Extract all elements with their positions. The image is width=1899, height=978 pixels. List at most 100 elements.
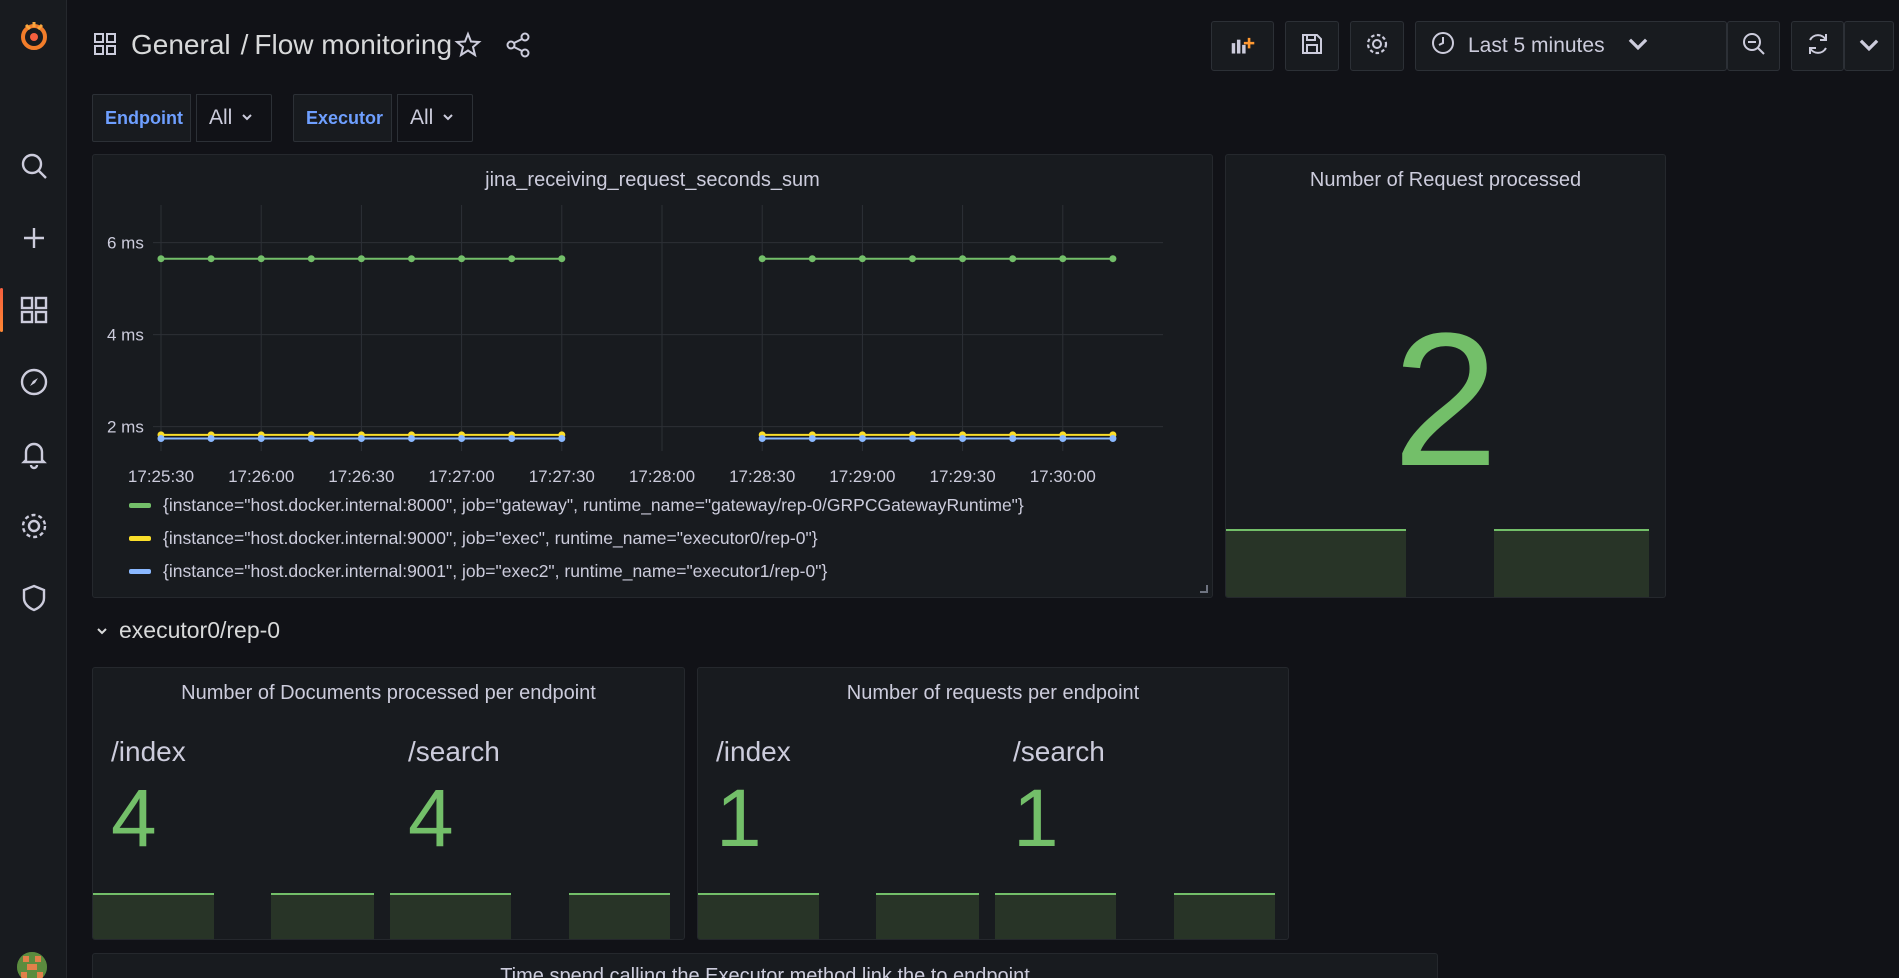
data-point (1109, 435, 1117, 443)
data-point (1059, 435, 1067, 443)
data-point (157, 435, 165, 443)
legend-swatch (129, 503, 151, 508)
sparkline-area (390, 893, 511, 939)
dashboards-icon[interactable] (0, 282, 67, 338)
legend-item[interactable]: {instance="host.docker.internal:9001", j… (129, 561, 827, 582)
star-icon[interactable] (454, 31, 482, 59)
data-point (207, 435, 215, 443)
share-icon[interactable] (504, 31, 532, 59)
y-tick-label: 2 ms (107, 418, 144, 437)
row-header[interactable]: executor0/rep-0 (95, 617, 280, 644)
data-point (1059, 255, 1067, 263)
data-point (307, 435, 315, 443)
y-tick-label: 4 ms (107, 326, 144, 345)
variable-executor-select[interactable]: All (397, 94, 473, 142)
panel-title[interactable]: Number of requests per endpoint (698, 682, 1288, 705)
search-icon[interactable] (0, 138, 67, 194)
breadcrumb-folder[interactable]: General (131, 29, 231, 60)
sparkline-area (876, 893, 979, 939)
chevron-down-icon (1625, 30, 1651, 62)
data-point (858, 255, 866, 263)
chevron-down-icon (95, 617, 109, 644)
panel-title[interactable]: Time spend calling the Executor method l… (93, 965, 1437, 978)
stat-value: 2 (1392, 294, 1499, 506)
timeseries-chart[interactable]: 2 ms 4 ms 6 ms 17:25:30 17:26:00 17:26:30 17:2… (93, 155, 1213, 495)
data-point (458, 255, 466, 263)
requests-stat-panel[interactable]: Number of Request processed 2 (1225, 154, 1666, 598)
variable-endpoint-value: All (209, 106, 233, 129)
data-point (458, 435, 466, 443)
data-point (758, 435, 766, 443)
sparkline-area (1494, 529, 1649, 597)
stat-label: /search (1013, 736, 1105, 767)
x-tick-label: 17:26:30 (328, 467, 394, 486)
sparkline-area (271, 893, 374, 939)
breadcrumb: General / Flow monitoring (131, 29, 452, 61)
x-tick-label: 17:29:30 (930, 467, 996, 486)
add-panel-icon (1230, 31, 1256, 62)
requests-per-endpoint-panel[interactable]: Number of requests per endpoint /index 1… (697, 667, 1289, 940)
panel-title[interactable]: Number of Documents processed per endpoi… (93, 682, 684, 705)
explore-compass-icon[interactable] (0, 354, 67, 410)
sparkline-area (1174, 893, 1275, 939)
variable-endpoint-select[interactable]: All (196, 94, 272, 142)
stat-value: 1 (1013, 773, 1059, 864)
stat-label: /index (111, 736, 186, 767)
x-tick-label: 17:28:00 (629, 467, 695, 486)
legend-item[interactable]: {instance="host.docker.internal:9000", j… (129, 528, 818, 549)
time-range-picker[interactable]: Last 5 minutes (1415, 21, 1727, 71)
data-point (307, 255, 315, 263)
clock-icon (1430, 30, 1456, 62)
refresh-icon (1805, 31, 1831, 62)
data-point (1009, 435, 1017, 443)
time-spend-panel[interactable]: Time spend calling the Executor method l… (92, 953, 1438, 978)
sparkline-area (1226, 529, 1406, 597)
data-point (257, 435, 265, 443)
x-tick-label: 17:29:00 (829, 467, 895, 486)
data-point (959, 255, 967, 263)
zoom-out-button[interactable] (1727, 21, 1780, 71)
legend-label: {instance="host.docker.internal:8000", j… (163, 495, 1024, 515)
gear-icon[interactable] (0, 498, 67, 554)
data-point (508, 435, 516, 443)
data-point (808, 255, 816, 263)
stat-label: /index (716, 736, 791, 767)
refresh-button[interactable] (1791, 21, 1844, 71)
chevron-down-icon (240, 106, 254, 130)
data-point (357, 435, 365, 443)
legend-label: {instance="host.docker.internal:9000", j… (163, 528, 818, 548)
sparkline-area (995, 893, 1116, 939)
legend-swatch (129, 536, 151, 541)
add-panel-button[interactable] (1211, 21, 1274, 71)
timeseries-panel[interactable]: jina_receiving_request_seconds_sum 2 ms 4… (92, 154, 1213, 598)
shield-icon[interactable] (0, 570, 67, 626)
plus-icon[interactable] (0, 210, 67, 266)
legend-item[interactable]: {instance="host.docker.internal:8000", j… (129, 495, 1024, 516)
data-point (257, 255, 265, 263)
stat-label: /search (408, 736, 500, 767)
refresh-interval-dropdown[interactable] (1844, 21, 1894, 71)
x-tick-label: 17:25:30 (128, 467, 194, 486)
dashboard-grid-icon (93, 32, 117, 56)
docs-per-endpoint-panel[interactable]: Number of Documents processed per endpoi… (92, 667, 685, 940)
dashboard-settings-button[interactable] (1350, 21, 1404, 71)
variable-executor-value: All (410, 106, 434, 129)
bell-icon[interactable] (0, 426, 67, 482)
avatar[interactable] (17, 952, 47, 978)
save-dashboard-button[interactable] (1285, 21, 1339, 71)
x-tick-label: 17:28:30 (729, 467, 795, 486)
grafana-logo-icon[interactable] (0, 8, 67, 64)
resize-handle[interactable] (1200, 585, 1208, 593)
breadcrumb-separator: / (240, 29, 249, 60)
dashboard-title[interactable]: Flow monitoring (254, 29, 452, 60)
stat-value: 4 (111, 773, 157, 864)
data-point (408, 255, 415, 263)
variable-endpoint-label: Endpoint (92, 94, 191, 142)
panel-title[interactable]: Number of Request processed (1226, 169, 1665, 192)
save-icon (1299, 31, 1325, 62)
gear-icon (1364, 31, 1390, 62)
stat-value: 4 (408, 773, 454, 864)
sparkline-area (698, 893, 819, 939)
data-point (909, 255, 916, 263)
variable-executor-label: Executor (293, 94, 392, 142)
